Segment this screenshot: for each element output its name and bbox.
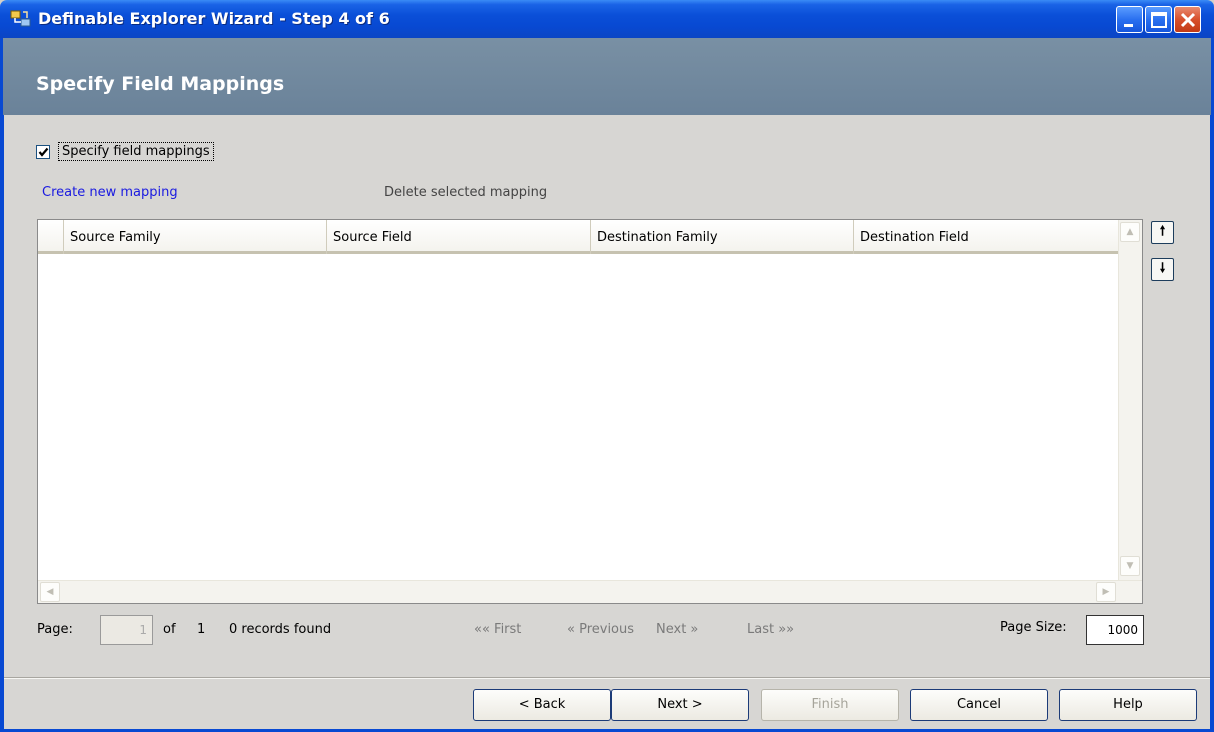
specify-field-mappings-checkbox[interactable] — [36, 145, 50, 159]
maximize-icon — [1151, 12, 1167, 28]
next-page-link[interactable]: Next » — [656, 622, 698, 637]
scroll-down-icon[interactable]: ▼ — [1120, 556, 1140, 576]
checkmark-icon — [38, 147, 49, 157]
explorer-wizard-app-icon — [10, 10, 31, 27]
first-page-link[interactable]: «« First — [474, 622, 521, 637]
scroll-right-icon[interactable]: ▶ — [1096, 582, 1116, 602]
wizard-step-header: Specify Field Mappings — [0, 38, 1214, 115]
minimize-button[interactable] — [1116, 6, 1143, 33]
column-header-source-field[interactable]: Source Field — [326, 220, 590, 254]
page-title: Specify Field Mappings — [36, 73, 285, 95]
move-down-button[interactable]: 🠗 — [1151, 258, 1174, 281]
column-header-destination-family[interactable]: Destination Family — [590, 220, 853, 254]
minimize-icon — [1124, 24, 1133, 27]
arrow-down-icon: 🠗 — [1159, 261, 1166, 276]
window-title-bar[interactable]: Definable Explorer Wizard - Step 4 of 6 — [0, 0, 1214, 38]
window-title: Definable Explorer Wizard - Step 4 of 6 — [38, 9, 390, 28]
page-size-input[interactable]: 1000 — [1086, 615, 1144, 645]
footer-divider-highlight — [4, 678, 1210, 679]
page-number-input[interactable]: 1 — [100, 615, 153, 645]
cancel-button[interactable]: Cancel — [910, 689, 1048, 721]
scroll-up-icon[interactable]: ▲ — [1120, 222, 1140, 242]
records-found-text: 0 records found — [229, 622, 332, 637]
scroll-left-icon[interactable]: ◀ — [40, 582, 60, 602]
create-new-mapping-link[interactable]: Create new mapping — [42, 185, 178, 200]
move-up-button[interactable]: 🠕 — [1151, 221, 1174, 244]
delete-selected-mapping-link: Delete selected mapping — [384, 185, 548, 200]
specify-field-mappings-label[interactable]: Specify field mappings — [58, 142, 214, 161]
window-frame-right — [1210, 38, 1214, 732]
total-pages: 1 — [197, 622, 206, 637]
next-button[interactable]: Next > — [611, 689, 749, 721]
of-label: of — [163, 622, 176, 637]
page-label: Page: — [37, 622, 73, 637]
column-header-destination-field[interactable]: Destination Field — [853, 220, 1118, 254]
back-button[interactable]: < Back — [473, 689, 611, 721]
vertical-scrollbar[interactable]: ▲ ▼ — [1118, 220, 1142, 580]
maximize-button[interactable] — [1145, 6, 1172, 33]
grid-header-row: Source Family Source Field Destination F… — [38, 220, 1118, 254]
close-icon — [1180, 12, 1196, 28]
finish-button[interactable]: Finish — [761, 689, 899, 721]
arrow-up-icon: 🠕 — [1159, 224, 1166, 239]
field-mappings-grid[interactable]: Source Family Source Field Destination F… — [37, 219, 1143, 604]
horizontal-scrollbar[interactable]: ◀ ▶ — [38, 580, 1142, 603]
page-size-label: Page Size: — [1000, 620, 1067, 635]
close-button[interactable] — [1174, 6, 1201, 33]
previous-page-link[interactable]: « Previous — [567, 622, 634, 637]
help-button[interactable]: Help — [1059, 689, 1197, 721]
last-page-link[interactable]: Last »» — [747, 622, 794, 637]
column-header-source-family[interactable]: Source Family — [63, 220, 326, 254]
